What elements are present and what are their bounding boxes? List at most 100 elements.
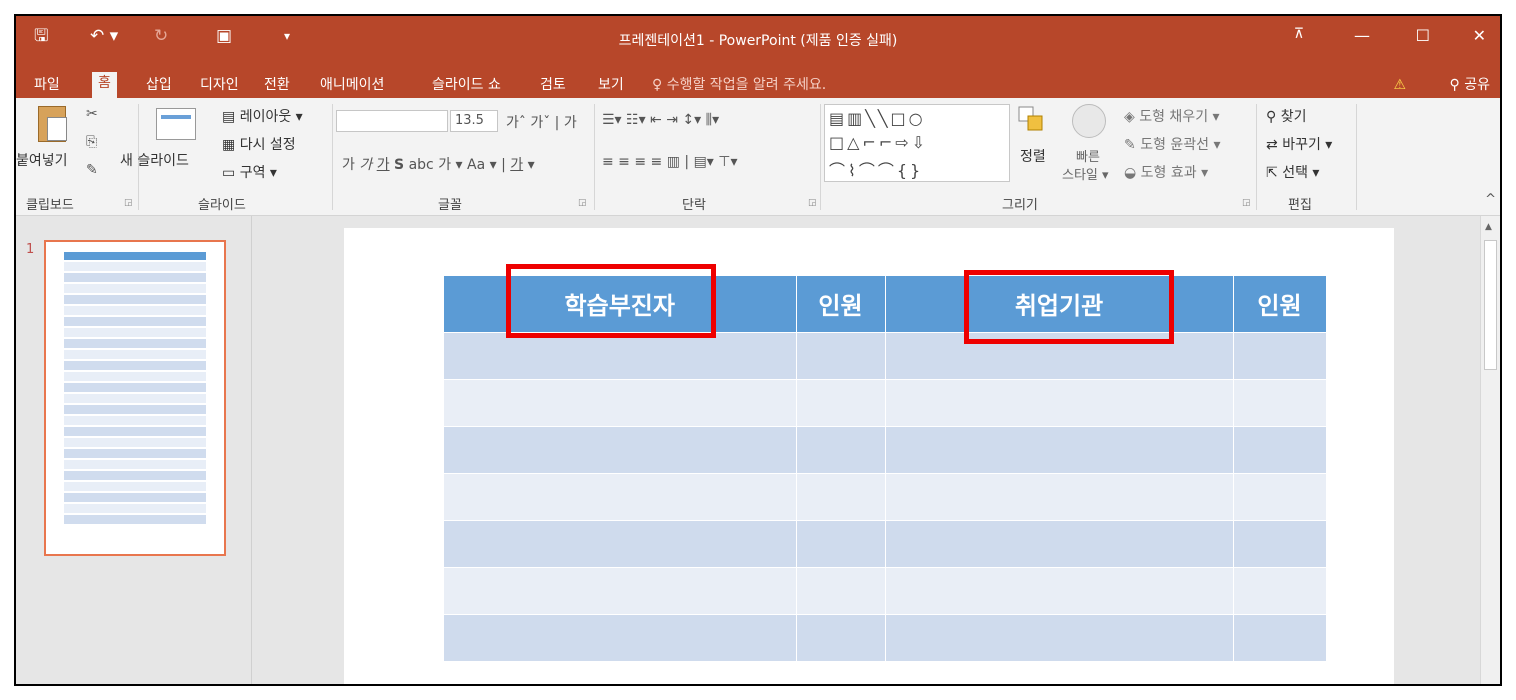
table-cell[interactable]	[1233, 425, 1327, 473]
drawing-launcher-icon[interactable]: ◲	[1242, 198, 1251, 208]
list-icons[interactable]: ☰▾ ☷▾ ⇤ ⇥ ↕▾ ⫼▾	[602, 112, 719, 128]
font-launcher-icon[interactable]: ◲	[578, 198, 587, 208]
header-count-1[interactable]: 인원	[796, 276, 886, 332]
table-cell[interactable]	[796, 519, 886, 567]
clipboard-launcher-icon[interactable]: ◲	[124, 198, 133, 208]
tab-slideshow[interactable]: 슬라이드 쇼	[426, 74, 507, 98]
scroll-thumb[interactable]	[1484, 240, 1497, 370]
tab-file[interactable]: 파일	[28, 74, 66, 98]
header-employment-institution[interactable]: 취업기관	[885, 276, 1234, 332]
pen-icon: ✎	[1124, 137, 1141, 153]
shape-outline-button[interactable]: ✎ 도형 윤곽선 ▾	[1124, 134, 1221, 154]
table-cell[interactable]	[444, 378, 797, 426]
group-label-paragraph: 단락	[682, 198, 706, 213]
paragraph-launcher-icon[interactable]: ◲	[808, 198, 817, 208]
layout-button[interactable]: ▤ 레이아웃 ▾	[222, 106, 303, 126]
tab-animations[interactable]: 애니메이션	[314, 74, 390, 98]
tab-transitions[interactable]: 전환	[258, 74, 296, 98]
slide-table[interactable]: 학습부진자 인원 취업기관 인원	[444, 276, 1327, 661]
group-label-clipboard: 클립보드	[26, 198, 74, 213]
shapes-row: ▤▥╲╲□○	[829, 109, 926, 128]
select-button[interactable]: ⇱ 선택 ▾	[1266, 162, 1319, 182]
tab-design[interactable]: 디자인	[194, 74, 245, 98]
replace-button[interactable]: ⇄ 바꾸기 ▾	[1266, 134, 1332, 154]
reset-label: 다시 설정	[239, 137, 296, 153]
table-cell[interactable]	[885, 331, 1234, 379]
header-learning-underachiever[interactable]: 학습부진자	[444, 276, 797, 332]
copy-icon[interactable]: ⎘	[86, 134, 97, 150]
section-button[interactable]: ▭ 구역 ▾	[222, 162, 277, 182]
paste-button[interactable]: 붙여넣기	[16, 150, 68, 170]
tab-view[interactable]: 보기	[592, 74, 630, 98]
collapse-ribbon-icon[interactable]: ^	[1485, 192, 1496, 207]
tab-home[interactable]: 홈	[92, 72, 117, 98]
table-cell[interactable]	[444, 425, 797, 473]
table-cell[interactable]	[1233, 472, 1327, 520]
thumbnail-row	[64, 515, 206, 524]
reset-button[interactable]: ▦ 다시 설정	[222, 134, 296, 154]
table-cell[interactable]	[796, 378, 886, 426]
new-slide-icon[interactable]	[156, 108, 196, 140]
table-cell[interactable]	[444, 566, 797, 614]
new-slide-button[interactable]: 새 슬라이드	[120, 150, 189, 170]
vertical-scrollbar[interactable]: ▲	[1480, 216, 1500, 684]
table-cell[interactable]	[444, 472, 797, 520]
cursor-icon: ⇱	[1266, 165, 1283, 181]
divider	[820, 104, 821, 210]
shapes-row: ⌒⌇⌒⌒{}	[829, 161, 924, 180]
tab-insert[interactable]: 삽입	[140, 74, 178, 98]
share-button[interactable]: ⚲ 공유	[1450, 74, 1490, 96]
quick-styles-label-2[interactable]: 스타일 ▾	[1062, 164, 1109, 183]
header-count-2[interactable]: 인원	[1233, 276, 1327, 332]
scroll-up-icon[interactable]: ▲	[1485, 222, 1492, 232]
format-painter-icon[interactable]: ✎	[86, 162, 98, 178]
table-cell[interactable]	[444, 331, 797, 379]
find-button[interactable]: ⚲ 찾기	[1266, 106, 1306, 126]
table-cell[interactable]	[796, 425, 886, 473]
ribbon-display-icon[interactable]: ⊼	[1294, 26, 1304, 42]
table-cell[interactable]	[1233, 378, 1327, 426]
thumbnail-row	[64, 361, 206, 370]
font-grow-shrink-icon[interactable]: 가ˆ 가ˇ | 가	[506, 112, 577, 132]
table-cell[interactable]	[1233, 613, 1327, 661]
table-cell[interactable]	[796, 613, 886, 661]
align-icons[interactable]: ≡ ≡ ≡ ≡ ▥ | ▤▾ ⊤▾	[602, 154, 738, 170]
shape-fill-button[interactable]: ◈ 도형 채우기 ▾	[1124, 106, 1220, 126]
slide-thumbnail[interactable]	[44, 240, 226, 556]
table-cell[interactable]	[1233, 519, 1327, 567]
window-title: 프레젠테이션1 - PowerPoint (제품 인증 실패)	[618, 33, 898, 49]
font-size-input[interactable]: 13.5	[450, 110, 498, 132]
thumbnail-row	[64, 482, 206, 491]
paste-icon[interactable]	[38, 106, 67, 142]
tell-me-box[interactable]: ♀ 수행할 작업을 알려 주세요.	[652, 74, 826, 96]
table-cell[interactable]	[885, 613, 1234, 661]
warning-icon[interactable]: ⚠	[1393, 74, 1406, 96]
table-cell[interactable]	[885, 378, 1234, 426]
maximize-icon[interactable]: ☐	[1416, 26, 1430, 45]
minimize-icon[interactable]: —	[1354, 26, 1370, 45]
table-cell[interactable]	[444, 613, 797, 661]
table-cell[interactable]	[1233, 331, 1327, 379]
font-style-icons[interactable]: 가 가 가 S abc 가 ▾ Aa ▾ | 가 ▾	[342, 154, 535, 174]
group-label-drawing: 그리기	[1002, 198, 1038, 213]
arrange-icon[interactable]	[1018, 106, 1044, 132]
close-icon[interactable]: ✕	[1473, 26, 1486, 45]
shape-effects-button[interactable]: ◒ 도형 효과 ▾	[1124, 162, 1208, 182]
table-cell[interactable]	[796, 472, 886, 520]
table-cell[interactable]	[885, 566, 1234, 614]
table-cell[interactable]	[1233, 566, 1327, 614]
table-cell[interactable]	[444, 519, 797, 567]
tab-review[interactable]: 검토	[534, 74, 572, 98]
shapes-gallery[interactable]: ▤▥╲╲□○ □△⌐⌐⇨⇩ ⌒⌇⌒⌒{}	[824, 104, 1010, 182]
table-cell[interactable]	[796, 566, 886, 614]
quick-styles-label[interactable]: 빠른	[1076, 146, 1100, 165]
slide[interactable]: 학습부진자 인원 취업기관 인원	[344, 228, 1394, 684]
font-name-input[interactable]	[336, 110, 448, 132]
cut-icon[interactable]: ✂	[86, 106, 98, 122]
table-cell[interactable]	[885, 472, 1234, 520]
arrange-button[interactable]: 정렬	[1020, 146, 1046, 166]
table-cell[interactable]	[885, 425, 1234, 473]
quick-styles-icon[interactable]	[1072, 104, 1106, 138]
table-cell[interactable]	[885, 519, 1234, 567]
table-cell[interactable]	[796, 331, 886, 379]
